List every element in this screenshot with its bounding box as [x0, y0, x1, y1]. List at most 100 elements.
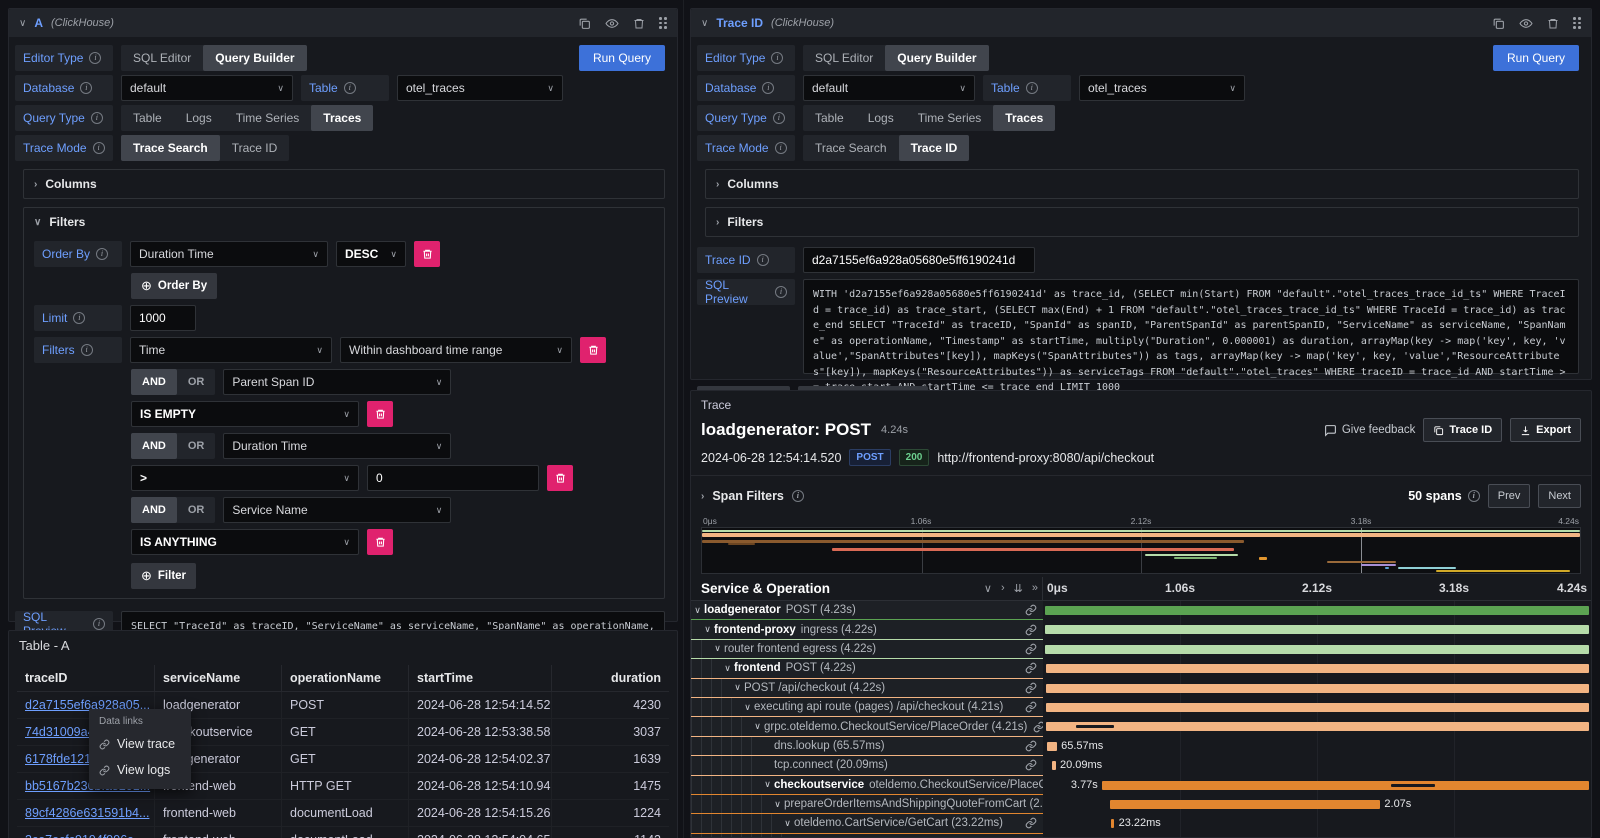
span-name-cell[interactable]: ∨router frontend egress (4.22s) — [691, 640, 1043, 659]
column-header-startTime[interactable]: startTime — [409, 665, 552, 691]
span-name-cell[interactable]: ∨prepareOrderItemsAndShippingQuoteFromCa… — [691, 795, 1043, 814]
eye-icon[interactable] — [1519, 17, 1533, 30]
filters-section-header[interactable]: ∨Filters — [34, 215, 654, 229]
eye-icon[interactable] — [605, 17, 619, 30]
condition-field-select[interactable]: Service Name∨ — [223, 497, 451, 523]
info-icon[interactable]: i — [773, 112, 785, 124]
info-icon[interactable]: i — [775, 286, 787, 298]
duplicate-query-icon[interactable] — [1492, 17, 1505, 30]
column-header-operationName[interactable]: operationName — [282, 665, 409, 691]
span-link-icon[interactable] — [1019, 759, 1043, 771]
remove-condition-button[interactable] — [547, 465, 573, 491]
span-link-icon[interactable] — [1019, 624, 1043, 636]
drag-handle-icon[interactable] — [1573, 17, 1581, 29]
span-row[interactable]: dns.lookup (65.57ms)65.57ms — [691, 737, 1591, 756]
span-link-icon[interactable] — [1019, 740, 1043, 752]
query-type-option-traces[interactable]: Traces — [993, 105, 1055, 131]
span-name-cell[interactable]: tcp.connect (20.09ms) — [691, 756, 1043, 775]
info-icon[interactable]: i — [1468, 490, 1480, 502]
span-row[interactable]: ∨grpc.oteldemo.CheckoutService/PlaceOrde… — [691, 717, 1591, 736]
info-icon[interactable]: i — [80, 82, 92, 94]
limit-input[interactable]: 1000 — [130, 305, 196, 331]
span-link-icon[interactable] — [1019, 604, 1043, 616]
prev-span-button[interactable]: Prev — [1488, 484, 1531, 508]
span-link-icon[interactable] — [1019, 662, 1043, 674]
span-timeline-cell[interactable]: 3.77s — [1043, 776, 1591, 795]
editor-type-option-query-builder[interactable]: Query Builder — [203, 45, 306, 71]
span-row[interactable]: tcp.connect (20.09ms)20.09ms — [691, 756, 1591, 775]
span-collapse-chevron-icon[interactable]: ∨ — [751, 721, 764, 732]
trace-id-link[interactable]: 3ce7ecfc9194f996c... — [25, 833, 144, 838]
span-collapse-chevron-icon[interactable]: ∨ — [711, 643, 724, 654]
condition-field-select[interactable]: Parent Span ID∨ — [223, 369, 451, 395]
query-type-option-time-series[interactable]: Time Series — [224, 105, 312, 131]
editor-type-option-sql-editor[interactable]: SQL Editor — [803, 45, 885, 71]
add-filter-button[interactable]: ⊕Filter — [131, 563, 196, 589]
and-or-toggle[interactable]: ANDOR — [131, 497, 215, 523]
span-row[interactable]: cartservicePOST /oteldemo.CartService/Ge… — [691, 834, 1591, 838]
remove-filter-button[interactable] — [580, 337, 606, 363]
span-row[interactable]: ∨frontend-proxyingress (4.22s) — [691, 620, 1591, 639]
table-select[interactable]: otel_traces∨ — [397, 75, 563, 101]
span-name-cell[interactable]: ∨loadgeneratorPOST (4.23s) — [691, 601, 1043, 620]
remove-order-by-button[interactable] — [414, 241, 440, 267]
trace-id-button[interactable]: Trace ID — [1423, 418, 1502, 442]
expand-one-icon[interactable]: › — [1001, 582, 1005, 595]
span-timeline-cell[interactable] — [1043, 717, 1591, 736]
collapse-all-icon[interactable]: ⇊ — [1014, 582, 1023, 595]
span-row[interactable]: ∨loadgeneratorPOST (4.23s) — [691, 601, 1591, 620]
span-row[interactable]: ∨POST /api/checkout (4.22s) — [691, 679, 1591, 698]
condition-operator-select[interactable]: IS EMPTY∨ — [131, 401, 359, 427]
view-trace-menu-item[interactable]: View trace — [89, 731, 191, 757]
column-header-traceID[interactable]: traceID — [17, 665, 155, 691]
span-row[interactable]: ∨router frontend egress (4.22s) — [691, 640, 1591, 659]
span-filters-toggle[interactable]: › Span Filters i — [701, 489, 804, 503]
table-select[interactable]: otel_traces∨ — [1079, 75, 1245, 101]
span-name-cell[interactable]: ∨frontend-proxyingress (4.22s) — [691, 620, 1043, 639]
and-or-toggle[interactable]: ANDOR — [131, 369, 215, 395]
collapse-chevron-icon[interactable]: ∨ — [701, 18, 708, 29]
filter-value-select[interactable]: Within dashboard time range∨ — [340, 337, 572, 363]
span-collapse-chevron-icon[interactable]: ∨ — [691, 605, 704, 616]
add-order-by-button[interactable]: ⊕Order By — [131, 273, 217, 299]
info-icon[interactable]: i — [89, 52, 101, 64]
or-option[interactable]: OR — [177, 369, 216, 395]
span-name-cell[interactable]: cartservicePOST /oteldemo.CartService/Ge… — [691, 834, 1043, 838]
editor-type-option-query-builder[interactable]: Query Builder — [885, 45, 988, 71]
run-query-button[interactable]: Run Query — [579, 45, 665, 71]
span-timeline-cell[interactable]: 2.07s — [1043, 795, 1591, 814]
span-timeline-cell[interactable] — [1043, 640, 1591, 659]
span-link-icon[interactable] — [1019, 701, 1043, 713]
span-timeline-cell[interactable]: 65.57ms — [1043, 737, 1591, 756]
remove-condition-button[interactable] — [367, 401, 393, 427]
span-collapse-chevron-icon[interactable]: ∨ — [781, 818, 794, 829]
next-span-button[interactable]: Next — [1538, 484, 1581, 508]
span-name-cell[interactable]: ∨executing api route (pages) /api/checko… — [691, 698, 1043, 717]
filter-field-select[interactable]: Time∨ — [130, 337, 332, 363]
span-collapse-chevron-icon[interactable]: ∨ — [701, 624, 714, 635]
span-timeline-cell[interactable] — [1043, 834, 1591, 838]
order-by-direction-select[interactable]: DESC∨ — [336, 241, 406, 267]
column-header-duration[interactable]: duration — [552, 665, 669, 691]
trace-minimap[interactable] — [701, 527, 1581, 574]
and-option[interactable]: AND — [131, 369, 177, 395]
filters-section[interactable]: ›Filters — [705, 207, 1579, 237]
column-header-serviceName[interactable]: serviceName — [155, 665, 282, 691]
span-collapse-chevron-icon[interactable]: ∨ — [771, 799, 784, 810]
duplicate-query-icon[interactable] — [578, 17, 591, 30]
span-collapse-chevron-icon[interactable]: ∨ — [731, 682, 744, 693]
info-icon[interactable]: i — [771, 52, 783, 64]
database-select[interactable]: default∨ — [121, 75, 293, 101]
query-row-header-a[interactable]: ∨ A (ClickHouse) — [9, 9, 677, 37]
info-icon[interactable]: i — [775, 142, 787, 154]
span-timeline-cell[interactable] — [1043, 698, 1591, 717]
info-icon[interactable]: i — [757, 254, 769, 266]
info-icon[interactable]: i — [81, 344, 93, 356]
span-row[interactable]: ∨prepareOrderItemsAndShippingQuoteFromCa… — [691, 795, 1591, 814]
span-timeline-cell[interactable] — [1043, 659, 1591, 678]
span-link-icon[interactable] — [1019, 682, 1043, 694]
condition-value-input[interactable]: 0 — [367, 465, 539, 491]
info-icon[interactable]: i — [344, 82, 356, 94]
info-icon[interactable]: i — [792, 490, 804, 502]
span-timeline-cell[interactable] — [1043, 601, 1591, 620]
